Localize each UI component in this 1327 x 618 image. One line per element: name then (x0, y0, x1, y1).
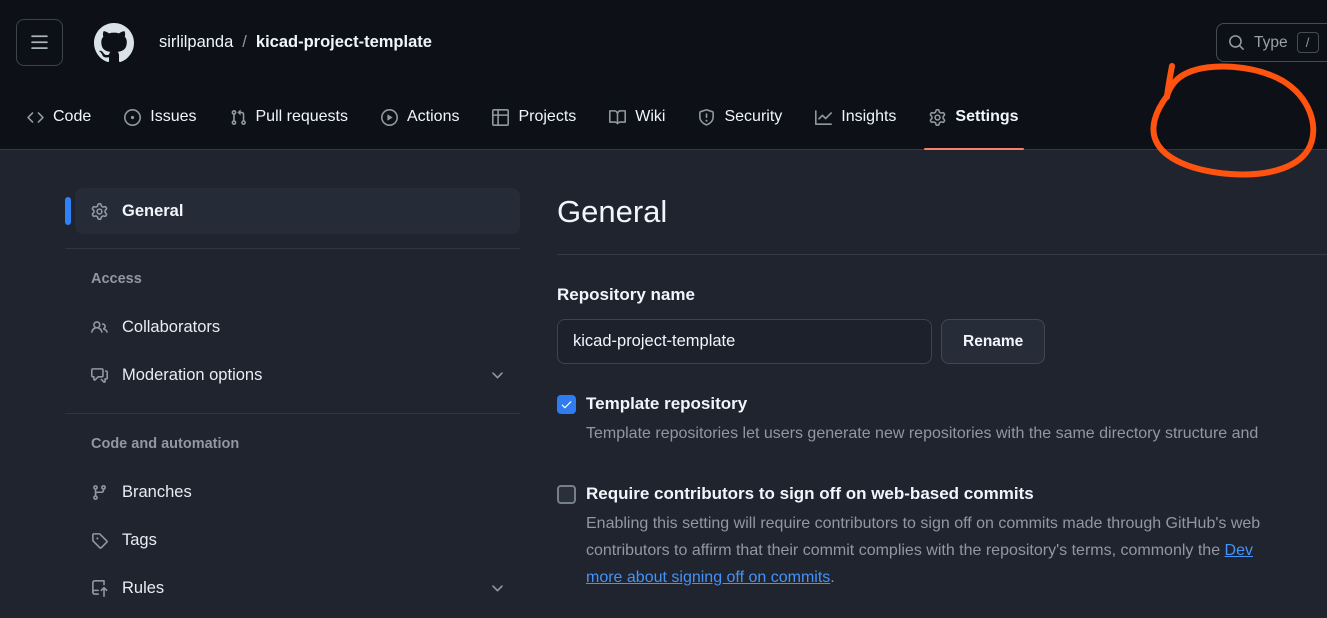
tab-insights[interactable]: Insights (806, 85, 905, 149)
tab-label: Insights (841, 108, 896, 126)
app-header: sirlilpanda / kicad-project-template Typ… (0, 0, 1327, 85)
search-icon (1228, 34, 1245, 51)
global-nav-menu-button[interactable] (16, 19, 63, 66)
signoff-description-line1: Enabling this setting will require contr… (586, 510, 1327, 537)
tab-label: Wiki (635, 108, 665, 126)
template-repository-checkbox[interactable] (557, 395, 576, 414)
sidebar-divider (65, 413, 520, 414)
global-search[interactable]: Type / (1216, 23, 1327, 62)
git-branch-icon (91, 484, 108, 501)
git-pull-request-icon (230, 109, 247, 126)
slash-key-hint: / (1297, 32, 1319, 53)
tab-code[interactable]: Code (18, 85, 100, 149)
sidebar-item-collaborators[interactable]: Collaborators (65, 303, 520, 351)
github-mark-icon[interactable] (94, 23, 134, 63)
comment-discussion-icon (91, 367, 108, 384)
search-placeholder: Type (1254, 34, 1288, 52)
gear-icon (929, 109, 946, 126)
tab-label: Actions (407, 108, 459, 126)
sidebar-item-label: Moderation options (122, 366, 262, 385)
tab-label: Code (53, 108, 91, 126)
signoff-checkbox[interactable] (557, 485, 576, 504)
tab-security[interactable]: Security (689, 85, 791, 149)
sidebar-item-label: Tags (122, 531, 157, 550)
tab-settings[interactable]: Settings (920, 85, 1027, 149)
tab-actions[interactable]: Actions (372, 85, 468, 149)
rename-row: Rename (557, 319, 1327, 364)
template-repository-description: Template repositories let users generate… (586, 420, 1327, 447)
github-settings-page: sirlilpanda / kicad-project-template Typ… (0, 0, 1327, 618)
graph-icon (815, 109, 832, 126)
breadcrumb-owner[interactable]: sirlilpanda (159, 33, 233, 52)
tab-label: Settings (955, 108, 1018, 126)
sidebar-section-code-and-automation: Code and automation (65, 436, 520, 452)
play-icon (381, 109, 398, 126)
breadcrumb: sirlilpanda / kicad-project-template (159, 33, 432, 52)
sidebar-divider (65, 248, 520, 249)
sidebar-item-tags[interactable]: Tags (65, 516, 520, 564)
signoff-label[interactable]: Require contributors to sign off on web-… (586, 484, 1034, 504)
book-icon (609, 109, 626, 126)
rename-button[interactable]: Rename (941, 319, 1045, 364)
signoff-learn-more-link[interactable]: more about signing off on commits (586, 569, 830, 586)
tab-label: Projects (518, 108, 576, 126)
issue-opened-icon (124, 109, 141, 126)
signoff-description-line2: contributors to affirm that their commit… (586, 537, 1327, 564)
signoff-description-line2-text: contributors to affirm that their commit… (586, 542, 1225, 559)
tag-icon (91, 532, 108, 549)
tab-label: Issues (150, 108, 196, 126)
chevron-down-icon[interactable] (489, 367, 506, 384)
people-icon (91, 319, 108, 336)
chevron-down-icon[interactable] (489, 580, 506, 597)
signoff-description-line3: more about signing off on commits. (586, 564, 1327, 591)
sidebar-item-label: Rules (122, 579, 164, 598)
tab-wiki[interactable]: Wiki (600, 85, 674, 149)
template-repository-row: Template repository (557, 394, 1327, 414)
settings-sidebar: General Access Collaborators Moderation … (65, 188, 520, 612)
gear-icon (91, 203, 108, 220)
tab-pull-requests[interactable]: Pull requests (221, 85, 358, 149)
sidebar-section-access: Access (65, 271, 520, 287)
breadcrumb-repo[interactable]: kicad-project-template (256, 33, 432, 52)
tab-label: Pull requests (256, 108, 349, 126)
template-repository-label[interactable]: Template repository (586, 394, 747, 414)
tab-label: Security (724, 108, 782, 126)
sidebar-item-general[interactable]: General (75, 188, 520, 234)
settings-general-panel: General Repository name Rename Template … (557, 188, 1327, 618)
signoff-description-period: . (830, 569, 834, 586)
tab-issues[interactable]: Issues (115, 85, 205, 149)
repository-name-label: Repository name (557, 285, 1327, 305)
sidebar-item-branches[interactable]: Branches (65, 468, 520, 516)
dco-link[interactable]: Dev (1225, 542, 1253, 559)
sidebar-item-label: Collaborators (122, 318, 220, 337)
repo-push-icon (91, 580, 108, 597)
check-icon (560, 398, 573, 411)
section-divider (557, 254, 1327, 255)
three-bars-icon (30, 33, 49, 52)
repository-name-input[interactable] (557, 319, 932, 364)
signoff-row: Require contributors to sign off on web-… (557, 484, 1327, 504)
code-icon (27, 109, 44, 126)
selected-item-accent-bar (65, 197, 71, 225)
shield-icon (698, 109, 715, 126)
sidebar-item-moderation-options[interactable]: Moderation options (65, 351, 520, 399)
sidebar-item-label: Branches (122, 483, 192, 502)
sidebar-item-label: General (122, 202, 183, 221)
page-title: General (557, 192, 1327, 232)
sidebar-item-rules[interactable]: Rules (65, 564, 520, 612)
tab-projects[interactable]: Projects (483, 85, 585, 149)
repo-nav-tabs: Code Issues Pull requests Actions Projec… (0, 85, 1327, 150)
breadcrumb-separator: / (242, 33, 247, 52)
signoff-description: Enabling this setting will require contr… (586, 510, 1327, 591)
table-icon (492, 109, 509, 126)
